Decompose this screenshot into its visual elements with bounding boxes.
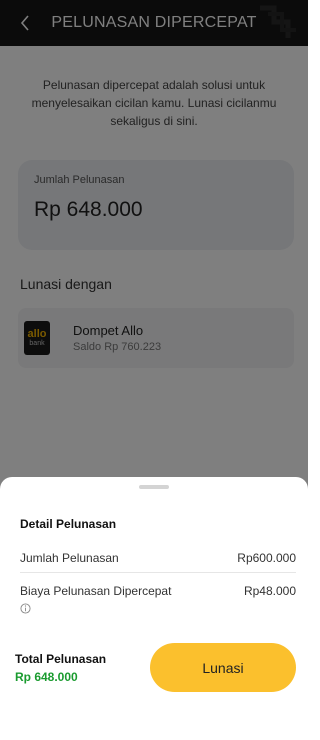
- pay-button[interactable]: Lunasi: [150, 643, 296, 692]
- payment-detail-sheet: Detail Pelunasan Jumlah Pelunasan Rp600.…: [0, 477, 308, 740]
- detail-value: Rp48.000: [243, 584, 296, 598]
- detail-row-amount: Jumlah Pelunasan Rp600.000: [20, 551, 296, 565]
- detail-label: Biaya Pelunasan Dipercepat: [20, 584, 172, 598]
- info-icon[interactable]: [20, 603, 31, 614]
- detail-label: Jumlah Pelunasan: [20, 551, 119, 565]
- sheet-title: Detail Pelunasan: [20, 517, 117, 531]
- divider: [20, 572, 296, 573]
- detail-row-fee: Biaya Pelunasan Dipercepat Rp48.000: [20, 584, 296, 598]
- sheet-drag-handle[interactable]: [139, 485, 169, 489]
- total-amount: Rp 648.000: [15, 670, 78, 684]
- total-label: Total Pelunasan: [15, 652, 107, 666]
- detail-value: Rp600.000: [237, 551, 296, 565]
